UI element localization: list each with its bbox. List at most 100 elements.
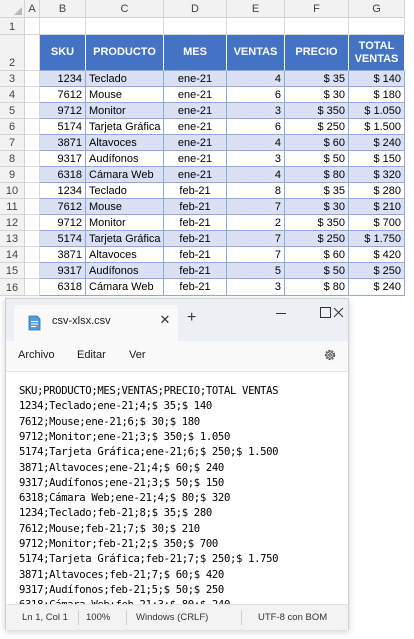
table-cell[interactable]: $ 420	[349, 247, 405, 263]
table-cell[interactable]: $ 320	[349, 167, 405, 183]
table-header-cell[interactable]: SKU	[40, 35, 86, 71]
plus-icon[interactable]: +	[187, 310, 196, 326]
table-cell[interactable]	[25, 279, 40, 296]
table-cell[interactable]: 7	[227, 247, 285, 263]
select-all-corner[interactable]	[0, 0, 25, 18]
table-cell[interactable]: 4	[227, 71, 285, 87]
row-header[interactable]: 3	[0, 71, 25, 87]
row-header[interactable]: 15	[0, 263, 25, 279]
table-cell[interactable]	[25, 35, 40, 71]
table-cell[interactable]	[25, 119, 40, 135]
minimize-icon[interactable]	[259, 299, 303, 329]
row-header[interactable]: 8	[0, 151, 25, 167]
file-tab[interactable]: csv-xlsx.csv ✕	[14, 305, 178, 341]
menu-archivo[interactable]: Archivo	[18, 349, 55, 361]
table-cell[interactable]	[25, 215, 40, 231]
table-cell[interactable]: feb-21	[164, 199, 227, 215]
table-header-cell[interactable]: TOTAL VENTAS	[349, 35, 405, 71]
table-cell[interactable]: ene-21	[164, 135, 227, 151]
row-header[interactable]: 13	[0, 231, 25, 247]
table-cell[interactable]	[285, 18, 349, 35]
table-cell[interactable]: $ 700	[349, 215, 405, 231]
table-cell[interactable]: $ 280	[349, 183, 405, 199]
table-cell[interactable]	[25, 87, 40, 103]
table-cell[interactable]: 6	[227, 119, 285, 135]
table-cell[interactable]	[25, 183, 40, 199]
table-cell[interactable]: $ 250	[285, 119, 349, 135]
table-cell[interactable]: 3871	[40, 247, 86, 263]
table-cell[interactable]: 9712	[40, 215, 86, 231]
table-cell[interactable]: $ 350	[285, 103, 349, 119]
table-cell[interactable]	[25, 247, 40, 263]
row-header[interactable]: 4	[0, 87, 25, 103]
column-header[interactable]: C	[86, 0, 164, 18]
table-cell[interactable]: feb-21	[164, 279, 227, 296]
table-cell[interactable]	[40, 18, 86, 35]
table-cell[interactable]	[25, 199, 40, 215]
table-cell[interactable]: feb-21	[164, 231, 227, 247]
table-cell[interactable]: Audífonos	[86, 263, 164, 279]
table-cell[interactable]	[25, 103, 40, 119]
column-header[interactable]: F	[285, 0, 349, 18]
table-cell[interactable]: Teclado	[86, 71, 164, 87]
close-window-icon[interactable]	[332, 299, 348, 329]
table-cell[interactable]: 9317	[40, 151, 86, 167]
table-cell[interactable]: Altavoces	[86, 135, 164, 151]
table-header-cell[interactable]: PRECIO	[285, 35, 349, 71]
row-header[interactable]: 1	[0, 18, 25, 35]
row-header[interactable]: 16	[0, 279, 25, 296]
table-cell[interactable]: 1234	[40, 71, 86, 87]
table-cell[interactable]: 7612	[40, 199, 86, 215]
table-cell[interactable]: feb-21	[164, 215, 227, 231]
table-cell[interactable]: 4	[227, 167, 285, 183]
table-cell[interactable]	[25, 231, 40, 247]
table-cell[interactable]	[25, 18, 40, 35]
table-cell[interactable]: 8	[227, 183, 285, 199]
table-cell[interactable]: 6318	[40, 279, 86, 296]
table-cell[interactable]: $ 1.750	[349, 231, 405, 247]
row-header[interactable]: 2	[0, 35, 25, 71]
table-cell[interactable]: 4	[227, 135, 285, 151]
menu-editar[interactable]: Editar	[77, 349, 106, 361]
table-cell[interactable]: Mouse	[86, 199, 164, 215]
row-header[interactable]: 7	[0, 135, 25, 151]
table-cell[interactable]: $ 180	[349, 87, 405, 103]
table-cell[interactable]: ene-21	[164, 103, 227, 119]
close-icon[interactable]: ✕	[157, 312, 173, 328]
menu-ver[interactable]: Ver	[129, 349, 146, 361]
table-cell[interactable]: $ 60	[285, 247, 349, 263]
row-header[interactable]: 11	[0, 199, 25, 215]
table-cell[interactable]: 2	[227, 215, 285, 231]
table-cell[interactable]: $ 35	[285, 183, 349, 199]
table-cell[interactable]: 6	[227, 87, 285, 103]
column-header[interactable]: E	[227, 0, 285, 18]
table-cell[interactable]: ene-21	[164, 167, 227, 183]
table-cell[interactable]: 5174	[40, 119, 86, 135]
table-cell[interactable]: Altavoces	[86, 247, 164, 263]
table-cell[interactable]	[164, 18, 227, 35]
table-cell[interactable]	[349, 18, 405, 35]
table-cell[interactable]: $ 1.500	[349, 119, 405, 135]
table-cell[interactable]	[227, 18, 285, 35]
text-editor[interactable]: SKU;PRODUCTO;MES;VENTAS;PRECIO;TOTAL VEN…	[6, 371, 348, 611]
table-cell[interactable]: 3	[227, 103, 285, 119]
table-cell[interactable]: Monitor	[86, 103, 164, 119]
table-cell[interactable]: $ 250	[285, 231, 349, 247]
table-cell[interactable]: 7	[227, 231, 285, 247]
row-header[interactable]: 14	[0, 247, 25, 263]
table-cell[interactable]: 9317	[40, 263, 86, 279]
table-cell[interactable]	[86, 18, 164, 35]
table-cell[interactable]: 5	[227, 263, 285, 279]
table-cell[interactable]: $ 210	[349, 199, 405, 215]
table-cell[interactable]: ene-21	[164, 119, 227, 135]
table-cell[interactable]	[25, 151, 40, 167]
table-cell[interactable]: $ 250	[349, 263, 405, 279]
table-cell[interactable]: Audífonos	[86, 151, 164, 167]
table-cell[interactable]: ene-21	[164, 151, 227, 167]
table-cell[interactable]: 7	[227, 199, 285, 215]
table-cell[interactable]: 9712	[40, 103, 86, 119]
table-cell[interactable]: $ 140	[349, 71, 405, 87]
table-cell[interactable]: 1234	[40, 183, 86, 199]
table-cell[interactable]	[25, 263, 40, 279]
column-header[interactable]: B	[40, 0, 86, 18]
